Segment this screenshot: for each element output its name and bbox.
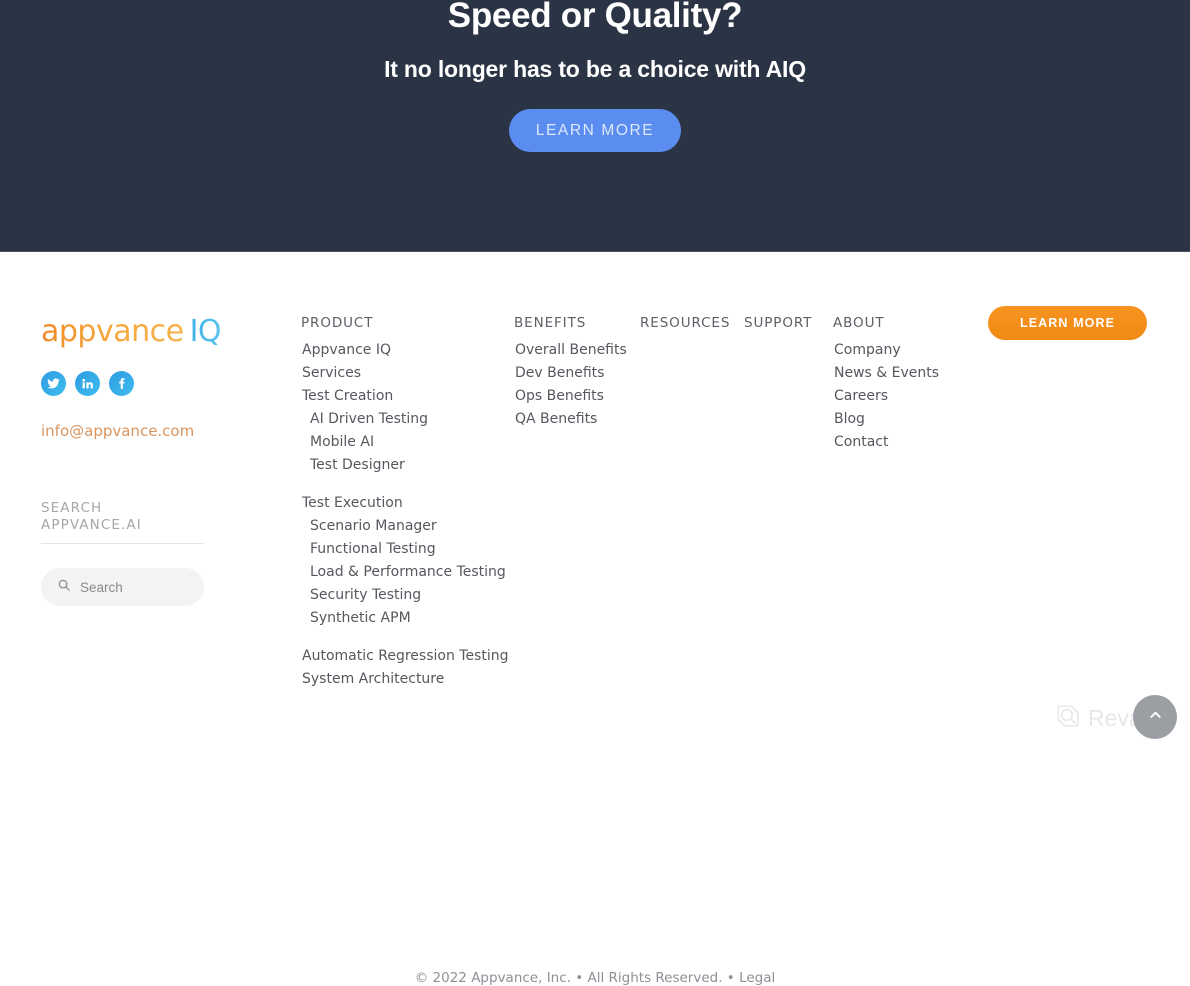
facebook-icon[interactable] xyxy=(109,371,134,396)
legal-link[interactable]: Legal xyxy=(739,970,775,986)
chevron-up-icon xyxy=(1147,707,1164,727)
footer-link[interactable]: Services xyxy=(301,362,501,385)
footer-column-product: PRODUCT Appvance IQ Services Test Creati… xyxy=(301,315,509,691)
column-heading-about: ABOUT xyxy=(833,315,885,331)
column-heading-product: PRODUCT xyxy=(301,315,374,331)
footer-column-about: ABOUT Company News & Events Careers Blog… xyxy=(833,315,973,454)
footer-link[interactable]: Careers xyxy=(833,385,973,408)
search-box[interactable] xyxy=(41,568,204,606)
footer-column-benefits: BENEFITS Overall Benefits Dev Benefits O… xyxy=(514,315,634,431)
footer-link[interactable]: Security Testing xyxy=(301,584,501,607)
hero-subtitle: It no longer has to be a choice with AIQ xyxy=(384,56,806,82)
footer-link[interactable]: Functional Testing xyxy=(301,538,501,561)
logo-primary-text: appvance xyxy=(41,314,184,349)
footer-link[interactable]: News & Events xyxy=(833,362,973,385)
footer-link[interactable]: AI Driven Testing xyxy=(301,408,501,431)
footer-link[interactable]: Contact xyxy=(833,431,973,454)
footer-link[interactable]: QA Benefits xyxy=(514,408,634,431)
email-link[interactable]: info@appvance.com xyxy=(41,422,251,440)
footer-brand-column: appvance IQ info@appvance.com SEARCH APPV… xyxy=(41,315,251,606)
revain-logo-icon xyxy=(1055,703,1081,734)
footer-link[interactable]: Company xyxy=(833,339,973,362)
search-input[interactable] xyxy=(80,579,190,595)
linkedin-icon[interactable] xyxy=(75,371,100,396)
logo-secondary-text: IQ xyxy=(189,314,222,349)
twitter-icon[interactable] xyxy=(41,371,66,396)
footer-link[interactable]: Dev Benefits xyxy=(514,362,634,385)
scroll-to-top-button[interactable] xyxy=(1133,695,1177,739)
footer-link[interactable]: Automatic Regression Testing xyxy=(301,645,509,668)
footer-link[interactable]: Test Execution xyxy=(301,492,501,515)
appvance-logo[interactable]: appvance IQ xyxy=(41,315,251,349)
footer-link[interactable]: System Architecture xyxy=(301,668,501,691)
footer-link[interactable]: Appvance IQ xyxy=(301,339,501,362)
footer-link[interactable]: Test Creation xyxy=(301,385,501,408)
hero-section: Speed or Quality? It no longer has to be… xyxy=(0,0,1190,252)
column-heading-resources: RESOURCES xyxy=(640,315,731,331)
footer-column-resources: RESOURCES xyxy=(640,315,740,339)
footer-link[interactable]: Ops Benefits xyxy=(514,385,634,408)
footer-link[interactable]: Scenario Manager xyxy=(301,515,501,538)
column-heading-benefits: BENEFITS xyxy=(514,315,587,331)
column-heading-support: SUPPORT xyxy=(744,315,813,331)
footer-link[interactable]: Blog xyxy=(833,408,973,431)
social-links xyxy=(41,371,251,396)
search-icon xyxy=(57,578,71,597)
footer-link[interactable]: Test Designer xyxy=(301,454,501,477)
footer-column-support: SUPPORT xyxy=(744,315,834,339)
footer-link[interactable]: Load & Performance Testing xyxy=(301,561,506,584)
copyright-label: © 2022 Appvance, Inc. • All Rights Reser… xyxy=(414,970,740,986)
hero-learn-more-button[interactable]: LEARN MORE xyxy=(509,109,681,152)
footer-link[interactable]: Mobile AI xyxy=(301,431,501,454)
copyright-text: © 2022 Appvance, Inc. • All Rights Reser… xyxy=(0,970,1190,986)
search-heading: SEARCH APPVANCE.AI xyxy=(41,500,204,544)
footer-link[interactable]: Overall Benefits xyxy=(514,339,634,362)
footer-learn-more-button[interactable]: LEARN MORE xyxy=(988,306,1147,340)
footer-link[interactable]: Synthetic APM xyxy=(301,607,501,630)
site-footer: appvance IQ info@appvance.com SEARCH APPV… xyxy=(0,252,1190,986)
hero-title: Speed or Quality? xyxy=(447,0,743,35)
